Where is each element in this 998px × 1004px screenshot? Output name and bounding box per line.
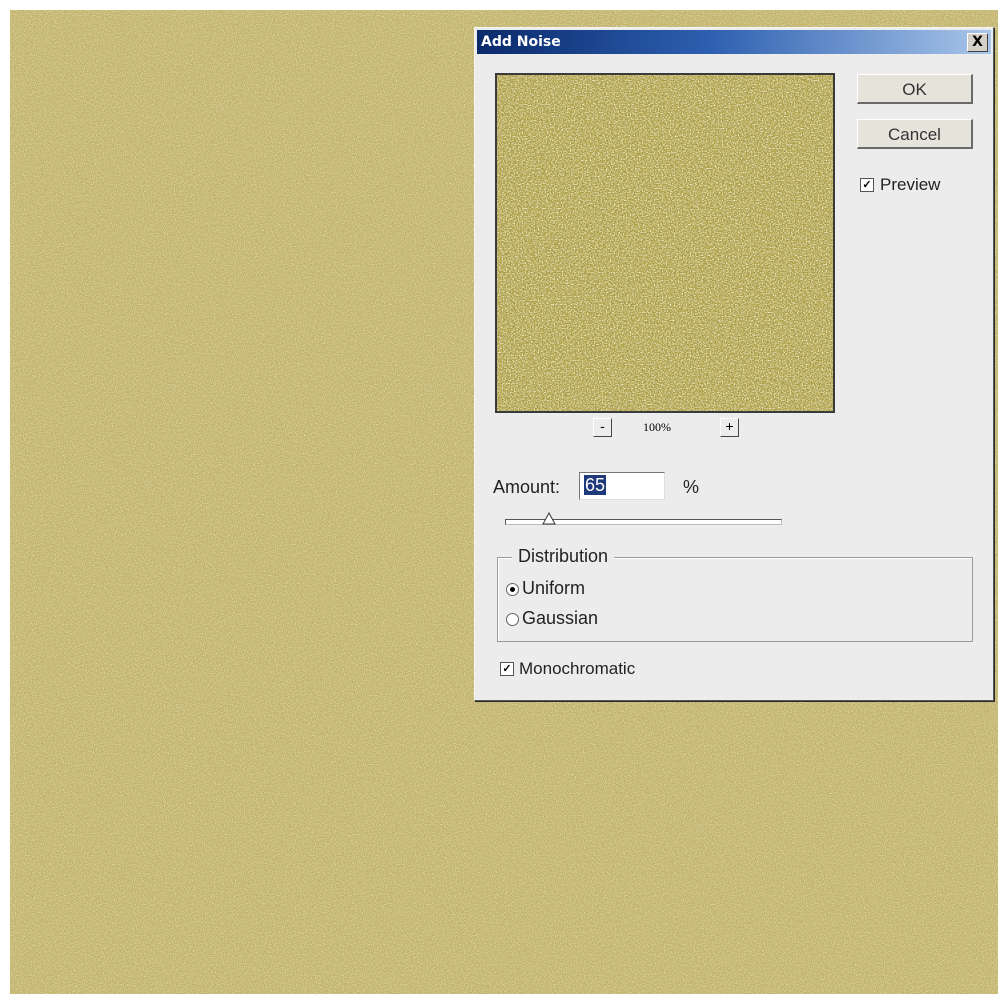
preview-noise [497, 75, 833, 411]
close-icon: X [972, 34, 983, 50]
zoom-level: 100% [643, 420, 671, 434]
cancel-button[interactable]: Cancel [857, 119, 973, 149]
checkmark-icon: ✓ [862, 179, 872, 191]
monochromatic-label: Monochromatic [519, 659, 636, 678]
gaussian-radio[interactable] [506, 613, 519, 626]
distribution-legend: Distribution [512, 546, 615, 567]
dialog-titlebar[interactable]: Add Noise X [477, 30, 991, 54]
add-noise-dialog: Add Noise X - 100% + OK Cancel ✓ Preview… [474, 27, 994, 701]
amount-label: Amount: [493, 477, 561, 497]
radio-selected-dot [510, 587, 515, 592]
gaussian-label: Gaussian [522, 608, 599, 628]
triangle-thumb-icon[interactable] [542, 512, 557, 525]
zoom-out-button[interactable]: - [593, 418, 612, 437]
minus-icon: - [600, 418, 605, 434]
zoom-controls: - 100% + [475, 418, 855, 440]
preview-checkbox[interactable]: ✓ [860, 178, 874, 192]
amount-input[interactable]: 65 [579, 472, 665, 500]
distribution-group: Distribution Uniform Gaussian [497, 546, 973, 642]
uniform-label: Uniform [522, 578, 586, 598]
ok-button[interactable]: OK [857, 74, 973, 104]
amount-value: 65 [584, 475, 607, 495]
checkmark-icon: ✓ [502, 663, 512, 675]
plus-icon: + [725, 418, 734, 434]
amount-unit: % [683, 477, 700, 497]
preview-label: Preview [880, 175, 941, 194]
monochromatic-checkbox[interactable]: ✓ [500, 662, 514, 676]
preview-pane[interactable] [495, 73, 835, 413]
close-button[interactable]: X [967, 33, 988, 52]
uniform-radio[interactable] [506, 583, 519, 596]
dialog-title: Add Noise [481, 34, 561, 50]
zoom-in-button[interactable]: + [720, 418, 739, 437]
